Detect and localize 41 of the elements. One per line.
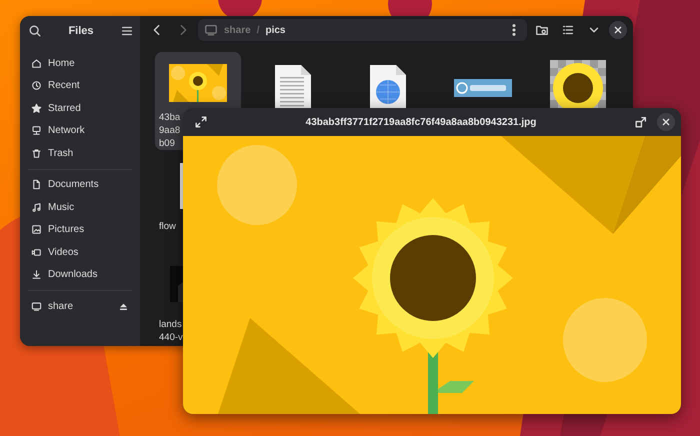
trash-icon (31, 148, 42, 159)
path-bar[interactable]: share / pics (198, 19, 527, 41)
viewer-title: 43bab3ff3771f2719aa8fc76f49a8aa8b0943231.jpg (304, 116, 538, 128)
sidebar-item[interactable]: Starred (20, 97, 140, 120)
file-name: 43ba 9aa8 b09 (158, 111, 180, 150)
music-icon (31, 202, 42, 213)
network-icon (31, 125, 42, 136)
sidebar-item[interactable]: Videos (20, 241, 140, 264)
sidebar-item[interactable]: Trash (20, 142, 140, 164)
downloads-icon (31, 269, 42, 280)
sidebar-item[interactable]: Recent (20, 74, 140, 97)
sidebar-item[interactable]: Home (20, 52, 140, 74)
logo-image-thumbnail (454, 79, 512, 97)
close-button[interactable] (609, 21, 627, 39)
sidebar-item[interactable]: share (20, 295, 140, 318)
close-button[interactable] (657, 113, 675, 131)
search-icon[interactable] (28, 24, 42, 38)
drive-icon (31, 300, 42, 312)
sidebar-item[interactable]: Downloads (20, 264, 140, 286)
recent-icon (31, 80, 42, 92)
restore-icon (634, 115, 648, 129)
pictures-icon (31, 224, 42, 236)
path-separator: / (256, 24, 260, 36)
list-view-icon (561, 23, 575, 37)
sidebar-item[interactable]: Music (20, 196, 140, 218)
window-title: Files (68, 25, 94, 37)
sidebar-item[interactable]: Network (20, 120, 140, 142)
file-name: lands 440-v (158, 318, 183, 344)
starred-icon (31, 102, 42, 114)
path-crumb[interactable]: pics (265, 24, 286, 36)
sidebar-item[interactable]: Pictures (20, 218, 140, 241)
home-icon (31, 58, 42, 69)
menu-icon[interactable] (120, 24, 134, 38)
expand-icon (194, 115, 208, 129)
drive-icon (204, 23, 218, 37)
folder-search-icon (535, 23, 549, 37)
sunflower-thumbnail (169, 64, 227, 102)
videos-icon (31, 246, 42, 258)
document-icon (31, 179, 42, 190)
file-name: flow (158, 220, 176, 233)
sidebar-item[interactable]: Documents (20, 174, 140, 196)
